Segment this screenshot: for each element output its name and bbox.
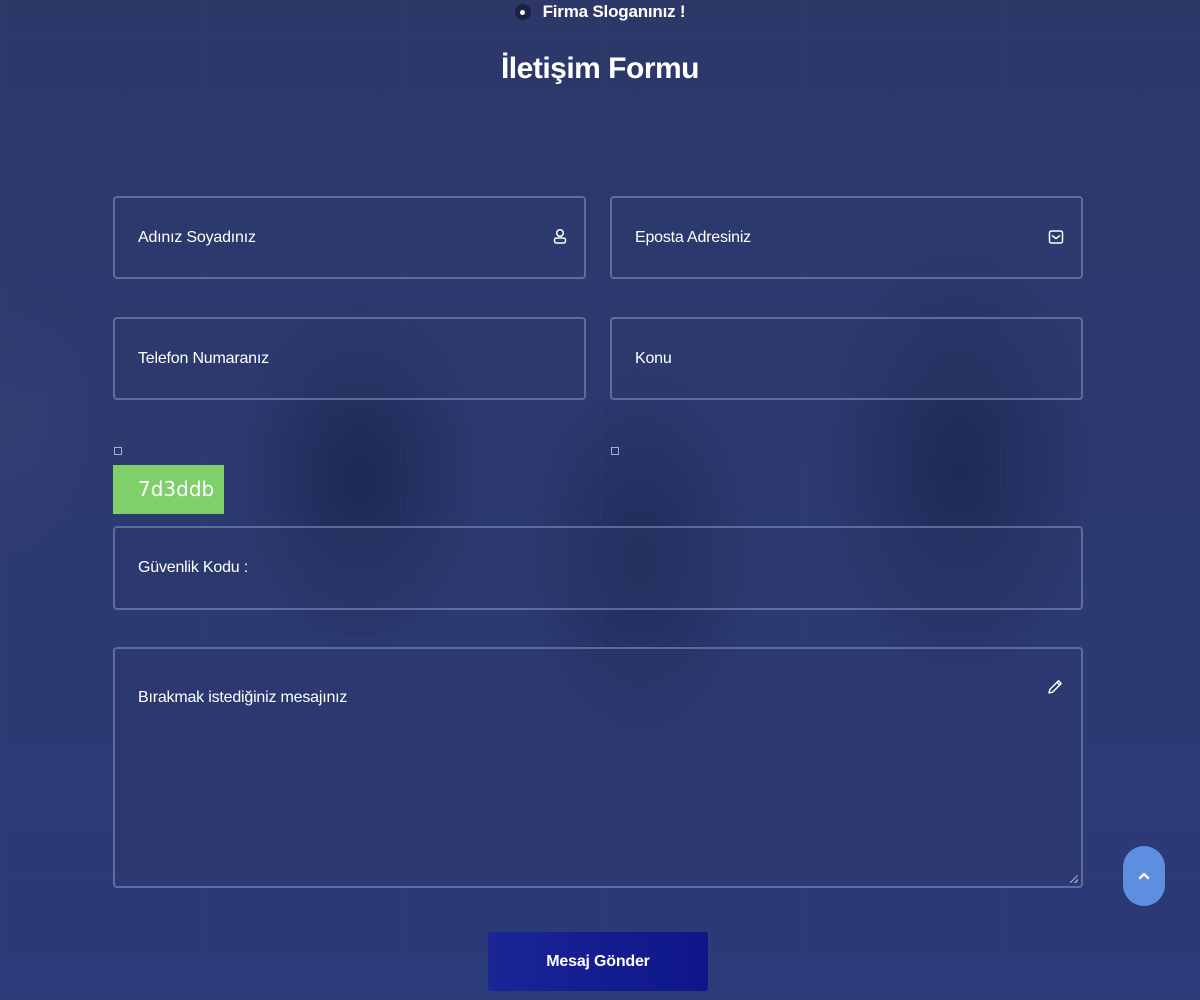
name-field[interactable]: Adınız Soyadınız [113, 196, 586, 279]
chevron-up-icon [1138, 872, 1150, 880]
message-placeholder: Bırakmak istediğiniz mesajınız [138, 689, 348, 706]
email-placeholder: Eposta Adresiniz [635, 228, 751, 246]
user-icon [553, 228, 567, 244]
captcha-placeholder: Güvenlik Kodu : [138, 559, 248, 576]
checkbox-placeholder-left [114, 447, 122, 455]
pencil-icon [1048, 680, 1062, 694]
bullet-icon [514, 4, 531, 20]
subject-field[interactable]: Konu [610, 317, 1083, 400]
captcha-input[interactable]: Güvenlik Kodu : [113, 526, 1083, 610]
captcha-code: 7d3ddb [113, 465, 224, 514]
slogan: Firma Sloganınız ! [0, 2, 1200, 22]
resize-handle[interactable] [1070, 875, 1078, 883]
message-textarea[interactable]: Bırakmak istediğiniz mesajınız [113, 647, 1083, 888]
checkbox-placeholder-right [611, 447, 619, 455]
scroll-to-top-button[interactable] [1123, 846, 1165, 906]
slogan-text: Firma Sloganınız ! [542, 2, 686, 21]
email-field[interactable]: Eposta Adresiniz [610, 196, 1083, 279]
envelope-check-icon [1048, 230, 1064, 244]
name-placeholder: Adınız Soyadınız [138, 228, 256, 246]
phone-field[interactable]: Telefon Numaranız [113, 317, 586, 400]
subject-placeholder: Konu [635, 349, 672, 367]
page-title: İletişim Formu [500, 52, 700, 85]
phone-placeholder: Telefon Numaranız [138, 349, 269, 367]
send-message-button[interactable]: Mesaj Gönder [488, 932, 708, 991]
